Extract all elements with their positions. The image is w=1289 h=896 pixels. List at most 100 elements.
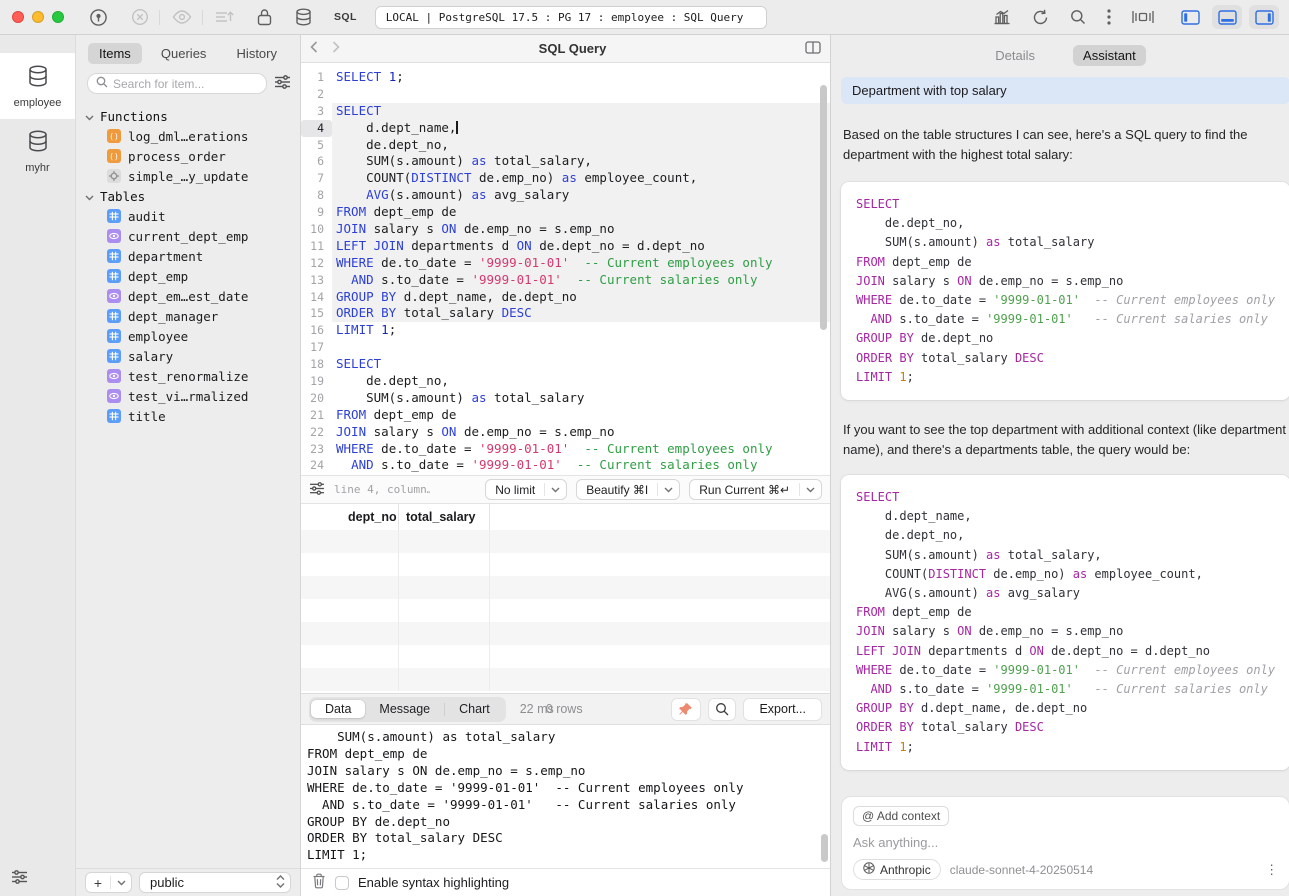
table-row[interactable] (301, 622, 830, 645)
table-cell[interactable] (341, 599, 399, 622)
editor-line[interactable]: 4 d.dept_name, (301, 120, 830, 137)
editor-line[interactable]: 9FROM dept_emp de (301, 204, 830, 221)
attach-connection-icon[interactable] (89, 8, 108, 27)
sidebar-tab-items[interactable]: Items (88, 43, 142, 64)
tree-item-department[interactable]: department (76, 246, 300, 266)
schema-select[interactable]: public (139, 872, 291, 893)
table-cell[interactable] (341, 553, 399, 576)
editor-line[interactable]: 23WHERE de.to_date = '9999-01-01' -- Cur… (301, 441, 830, 458)
table-cell[interactable] (341, 530, 399, 553)
table-cell[interactable] (399, 645, 490, 668)
connection-title[interactable]: LOCAL | PostgreSQL 17.5 : PG 17 : employ… (375, 6, 767, 29)
editor-line[interactable]: 2 (301, 86, 830, 103)
editor-line[interactable]: 24 AND s.to_date = '9999-01-01' -- Curre… (301, 457, 830, 474)
focus-layout-icon[interactable] (1132, 10, 1154, 24)
table-row[interactable] (301, 599, 830, 622)
tree-item-dept_manager[interactable]: dept_manager (76, 306, 300, 326)
conversation-title-banner[interactable]: Department with top salary (841, 77, 1289, 104)
tree-item-dept_emest_date[interactable]: dept_em…est_date (76, 286, 300, 306)
sql-editor[interactable]: 1SELECT 1;23SELECT4 d.dept_name,5 de.dep… (301, 63, 830, 475)
toggle-bottom-panel-button[interactable] (1212, 5, 1242, 29)
editor-line[interactable]: 17 (301, 339, 830, 356)
editor-line[interactable]: 18SELECT (301, 356, 830, 373)
panel-tab-details[interactable]: Details (985, 45, 1045, 66)
tree-item-simple_y_update[interactable]: simple_…y_update (76, 166, 300, 186)
tree-item-log_dmlerations[interactable]: ()log_dml…erations (76, 126, 300, 146)
editor-line[interactable]: 21FROM dept_emp de (301, 407, 830, 424)
pin-results-button[interactable] (671, 698, 701, 721)
editor-line[interactable]: 6 SUM(s.amount) as total_salary, (301, 153, 830, 170)
limit-dropdown[interactable]: No limit (485, 479, 567, 500)
tree-item-title[interactable]: title (76, 406, 300, 426)
editor-line[interactable]: 11LEFT JOIN departments d ON de.dept_no … (301, 238, 830, 255)
add-item-chevron[interactable] (111, 880, 131, 886)
editor-line[interactable]: 5 de.dept_no, (301, 137, 830, 154)
more-options-icon[interactable] (1107, 9, 1111, 25)
message-scrollbar[interactable] (821, 834, 828, 862)
column-header[interactable]: dept_no (341, 504, 399, 530)
back-icon[interactable] (310, 41, 318, 56)
rail-filter-icon[interactable] (0, 870, 75, 896)
zoom-window-button[interactable] (52, 11, 64, 23)
editor-line[interactable]: 14GROUP BY d.dept_name, de.dept_no (301, 289, 830, 306)
provider-selector[interactable]: Anthropic (853, 859, 941, 880)
tree-item-test_renormalize[interactable]: test_renormalize (76, 366, 300, 386)
editor-line[interactable]: 1SELECT 1; (301, 69, 830, 86)
editor-line[interactable]: 22JOIN salary s ON de.emp_no = s.emp_no (301, 424, 830, 441)
close-window-button[interactable] (12, 11, 24, 23)
tree-item-process_order[interactable]: ()process_order (76, 146, 300, 166)
toggle-right-panel-button[interactable] (1249, 5, 1279, 29)
statusbar-filter-icon[interactable] (309, 482, 325, 498)
editor-line[interactable]: 15ORDER BY total_salary DESC (301, 305, 830, 322)
sidebar-tab-history[interactable]: History (226, 43, 288, 64)
table-cell[interactable] (341, 645, 399, 668)
chat-input[interactable]: Ask anything... (853, 835, 1278, 850)
column-header[interactable]: total_salary (399, 504, 490, 530)
export-button[interactable]: Export... (743, 698, 822, 721)
add-context-button[interactable]: @ Add context (853, 806, 949, 826)
panel-tab-assistant[interactable]: Assistant (1073, 45, 1146, 66)
chart-icon[interactable] (993, 9, 1011, 25)
results-tab-message[interactable]: Message (365, 700, 444, 718)
minimize-window-button[interactable] (32, 11, 44, 23)
tree-item-test_virmalized[interactable]: test_vi…rmalized (76, 386, 300, 406)
sidebar-tab-queries[interactable]: Queries (150, 43, 218, 64)
trash-icon[interactable] (312, 873, 326, 892)
editor-line[interactable]: 3SELECT (301, 103, 830, 120)
split-editor-icon[interactable] (805, 41, 821, 57)
message-output-panel[interactable]: SUM(s.amount) as total_salary FROM dept_… (301, 724, 830, 868)
editor-line[interactable]: 20 SUM(s.amount) as total_salary (301, 390, 830, 407)
table-row[interactable] (301, 530, 830, 553)
table-row[interactable] (301, 553, 830, 576)
assistant-code-block[interactable]: SELECT d.dept_name, de.dept_no, SUM(s.am… (841, 475, 1289, 770)
chat-options-icon[interactable]: ⋮ (1265, 862, 1278, 878)
editor-line[interactable]: 19 de.dept_no, (301, 373, 830, 390)
database-icon[interactable] (295, 8, 312, 26)
tree-item-employee[interactable]: employee (76, 326, 300, 346)
table-row[interactable] (301, 645, 830, 668)
refresh-icon[interactable] (1032, 9, 1049, 26)
table-cell[interactable] (399, 530, 490, 553)
editor-line[interactable]: 13 AND s.to_date = '9999-01-01' -- Curre… (301, 272, 830, 289)
results-tab-chart[interactable]: Chart (445, 700, 504, 718)
tree-item-salary[interactable]: salary (76, 346, 300, 366)
tree-item-audit[interactable]: audit (76, 206, 300, 226)
search-results-button[interactable] (708, 698, 736, 721)
tree-item-dept_emp[interactable]: dept_emp (76, 266, 300, 286)
results-tab-data[interactable]: Data (311, 700, 365, 718)
table-cell[interactable] (341, 622, 399, 645)
tree-item-current_dept_emp[interactable]: current_dept_emp (76, 226, 300, 246)
table-cell[interactable] (399, 622, 490, 645)
editor-scrollbar[interactable] (820, 85, 827, 330)
search-icon[interactable] (1070, 9, 1086, 25)
tree-section-tables[interactable]: Tables (76, 186, 300, 206)
add-item-button[interactable]: + (85, 872, 132, 893)
toggle-left-panel-button[interactable] (1175, 5, 1205, 29)
sidebar-filter-icon[interactable] (274, 75, 291, 92)
run-current-button[interactable]: Run Current ⌘↵ (689, 479, 822, 500)
plus-icon[interactable]: + (86, 875, 110, 891)
table-cell[interactable] (341, 576, 399, 599)
lock-icon[interactable] (257, 8, 272, 26)
item-search-input[interactable]: Search for item... (87, 73, 267, 94)
assistant-code-block[interactable]: SELECT de.dept_no, SUM(s.amount) as tota… (841, 182, 1289, 400)
